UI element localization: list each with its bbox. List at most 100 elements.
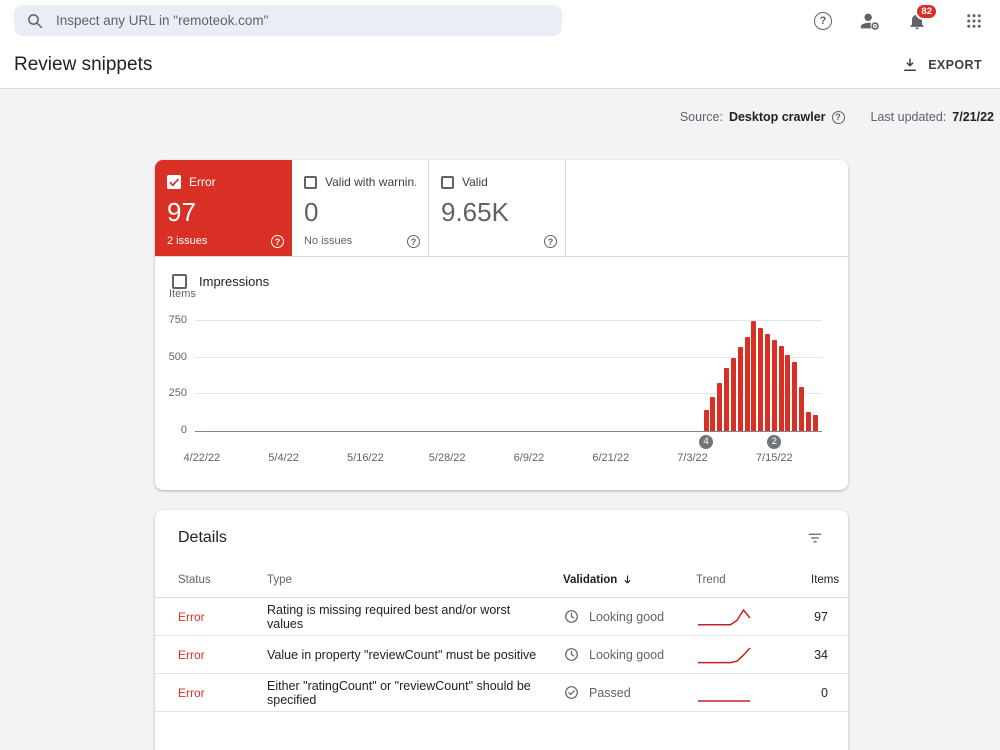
- topbar: ? 82: [0, 0, 1000, 41]
- tab-valid-warning-issues: No issues: [304, 235, 353, 247]
- row-items: 34: [814, 647, 828, 662]
- trend-sparkline: [698, 646, 751, 663]
- row-status: Error: [178, 609, 205, 624]
- manage-users-button[interactable]: [858, 9, 882, 33]
- arrow-down-icon: [624, 575, 631, 584]
- filter-button[interactable]: [804, 527, 826, 549]
- table-header: Status Type Validation Trend Items: [155, 562, 848, 598]
- x-axis-tick: 5/28/22: [428, 452, 466, 464]
- report-meta: Source: Desktop crawler ? Last updated: …: [680, 110, 994, 124]
- notifications-button[interactable]: 82: [905, 2, 938, 33]
- y-axis-tick: 250: [168, 387, 187, 400]
- table-row[interactable]: Error Value in property "reviewCount" mu…: [155, 636, 848, 674]
- clock-icon: [565, 610, 578, 623]
- row-status: Error: [178, 685, 205, 700]
- col-validation[interactable]: Validation: [563, 573, 696, 586]
- chart-bar[interactable]: [744, 337, 750, 431]
- row-type: Rating is missing required best and/or w…: [267, 602, 511, 631]
- chart-bar[interactable]: [717, 382, 723, 431]
- gridline: [195, 356, 822, 358]
- tab-valid-warning-count: 0: [304, 197, 319, 227]
- chart-bar[interactable]: [724, 367, 730, 431]
- y-axis-tick: 500: [168, 350, 187, 363]
- row-validation: Looking good: [589, 609, 665, 624]
- export-label: EXPORT: [928, 57, 982, 72]
- help-icon[interactable]: ?: [271, 235, 284, 248]
- x-axis-tick: 5/16/22: [347, 452, 384, 464]
- chart-bar[interactable]: [703, 410, 709, 431]
- tab-error-issues: 2 issues: [167, 235, 208, 247]
- tab-valid-count: 9.65K: [441, 197, 509, 227]
- chart-bar[interactable]: [771, 340, 777, 431]
- chart-bar[interactable]: [758, 328, 764, 431]
- manage-users-icon: [860, 13, 879, 30]
- x-axis-tick: 7/3/22: [677, 452, 708, 464]
- x-axis-tick: 4/22/22: [183, 452, 221, 464]
- chart-bar[interactable]: [785, 354, 791, 431]
- details-card: Details Status Type Validation Trend Ite…: [155, 510, 848, 750]
- table-row[interactable]: Error Either "ratingCount" or "reviewCou…: [155, 674, 848, 712]
- chart-bar[interactable]: [710, 397, 716, 431]
- x-axis-tick: 7/15/22: [755, 452, 793, 464]
- filter-icon: [808, 533, 822, 543]
- download-icon: [904, 57, 917, 71]
- x-axis-tick: 5/4/22: [268, 452, 299, 464]
- tab-valid-with-warnings[interactable]: Valid with warnin... 0 No issues ?: [292, 160, 429, 256]
- valid-warning-checkbox[interactable]: [304, 175, 317, 189]
- tab-error-count: 97: [167, 197, 196, 227]
- help-icon: ?: [814, 11, 832, 30]
- chart-bar[interactable]: [764, 334, 770, 431]
- row-validation: Passed: [589, 685, 631, 700]
- chart-bar[interactable]: [812, 414, 818, 431]
- search-input[interactable]: [56, 13, 550, 28]
- details-title: Details: [178, 529, 227, 546]
- status-tabs: Error 97 2 issues ? Valid with warnin...…: [155, 160, 848, 257]
- y-axis-title: Items: [169, 288, 196, 300]
- search-icon: [26, 12, 44, 30]
- notification-badge: 82: [915, 2, 938, 20]
- chart-bar[interactable]: [799, 387, 805, 431]
- chart-bar[interactable]: [805, 411, 811, 431]
- col-trend: Trend: [696, 573, 726, 586]
- table-row[interactable]: Error Rating is missing required best an…: [155, 598, 848, 636]
- tab-error[interactable]: Error 97 2 issues ?: [155, 160, 292, 256]
- help-button[interactable]: ?: [811, 9, 835, 33]
- chart-annotation-marker[interactable]: 4: [699, 435, 714, 449]
- apps-grid-button[interactable]: [962, 9, 986, 33]
- row-validation: Looking good: [589, 647, 665, 662]
- status-chart-card: Error 97 2 issues ? Valid with warnin...…: [155, 160, 848, 490]
- url-inspection-search[interactable]: [14, 5, 562, 36]
- row-items: 97: [814, 609, 828, 624]
- error-checkbox[interactable]: [167, 175, 181, 189]
- page-title: Review snippets: [14, 53, 153, 75]
- source-value: Desktop crawler: [728, 110, 826, 124]
- gridline: [195, 320, 822, 321]
- source-label: Source:: [679, 110, 723, 124]
- x-axis-tick: 6/21/22: [592, 452, 630, 464]
- apps-grid-icon: [967, 13, 981, 28]
- last-updated-label: Last updated:: [870, 110, 947, 124]
- valid-checkbox[interactable]: [441, 175, 454, 189]
- chart-bar[interactable]: [730, 357, 736, 431]
- y-axis-tick: 0: [180, 424, 187, 436]
- chart-annotation-marker[interactable]: 2: [767, 435, 782, 449]
- help-icon[interactable]: ?: [407, 235, 420, 248]
- help-icon[interactable]: ?: [544, 235, 557, 248]
- help-icon[interactable]: ?: [831, 110, 845, 124]
- impressions-checkbox[interactable]: [172, 274, 187, 289]
- impressions-label: Impressions: [199, 274, 270, 289]
- tab-valid[interactable]: Valid 9.65K ?: [429, 160, 566, 256]
- impressions-toggle[interactable]: Impressions: [155, 257, 848, 289]
- chart-bar[interactable]: [792, 362, 798, 431]
- trend-sparkline: [698, 699, 750, 702]
- chart-bar[interactable]: [751, 321, 757, 431]
- chart-bar[interactable]: [778, 345, 784, 431]
- last-updated-value: 7/21/22: [952, 110, 994, 124]
- x-axis-tick: 6/9/22: [513, 452, 545, 464]
- col-type: Type: [267, 573, 292, 586]
- tab-valid-warning-label: Valid with warnin...: [325, 175, 416, 189]
- chart-bar[interactable]: [737, 347, 743, 431]
- y-axis-tick: 750: [168, 314, 187, 326]
- tab-error-label: Error: [189, 175, 216, 189]
- export-button[interactable]: EXPORT: [897, 50, 986, 80]
